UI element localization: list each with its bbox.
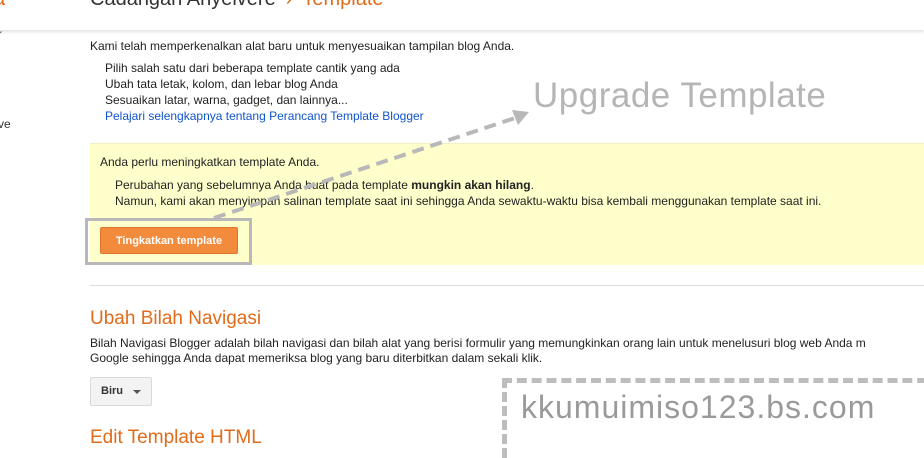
- section-divider: [90, 285, 924, 286]
- watermark: kkumuimiso123.bs.com: [502, 378, 924, 458]
- sidebar-item-fragment[interactable]: r: [0, 27, 2, 41]
- intro-feature-item: Ubah tata letak, kolom, dan lebar blog A…: [105, 77, 338, 91]
- notice-info-line: Namun, kami akan menyimpan salinan templ…: [115, 194, 822, 208]
- upgrade-template-button[interactable]: Tingkatkan template: [100, 227, 238, 254]
- chevron-down-icon: [133, 390, 141, 394]
- dropdown-value: Biru: [101, 385, 123, 397]
- learn-more-link[interactable]: Pelajari selengkapnya tentang Perancang …: [105, 109, 424, 123]
- navbar-description-line: Bilah Navigasi Blogger adalah bilah navi…: [90, 336, 866, 350]
- edit-html-section-title: Edit Template HTML: [90, 427, 262, 448]
- intro-feature-item: Pilih salah satu dari beberapa template …: [105, 61, 400, 75]
- notice-warning-end: .: [530, 178, 534, 192]
- intro-feature-item: Sesuaikan latar, warna, gadget, dan lain…: [105, 93, 348, 107]
- notice-warning-line: Perubahan yang sebelumnya Anda buat pada…: [115, 177, 821, 193]
- navbar-description-line: Google sehingga Anda dapat memeriksa blo…: [90, 351, 543, 365]
- navbar-style-dropdown[interactable]: Biru: [90, 377, 152, 406]
- blog-name[interactable]: Cadangan Anyelvere: [90, 0, 276, 10]
- navbar-section-title: Ubah Bilah Navigasi: [90, 308, 262, 329]
- intro-heading: Kami telah memperkenalkan alat baru untu…: [90, 39, 515, 53]
- upgrade-template-callout: Upgrade Template: [533, 76, 827, 115]
- breadcrumb-separator: ›: [286, 0, 293, 10]
- navbar-section-description: Bilah Navigasi Blogger adalah bilah navi…: [90, 336, 866, 366]
- page-title: Template: [302, 0, 383, 10]
- notice-warning-emphasis: mungkin akan hilang: [411, 178, 531, 192]
- notice-title: Anda perlu meningkatkan template Anda.: [100, 155, 320, 169]
- header-left-fragment[interactable]: a: [0, 0, 5, 11]
- notice-body: Perubahan yang sebelumnya Anda buat pada…: [115, 177, 821, 209]
- notice-warning-text: Perubahan yang sebelumnya Anda buat pada…: [115, 178, 412, 192]
- breadcrumb: Cadangan Anyelvere › Template: [90, 0, 384, 11]
- sidebar-item-fragment[interactable]: ve: [0, 117, 11, 131]
- top-bar: a Cadangan Anyelvere › Template: [0, 0, 924, 30]
- watermark-text: kkumuimiso123.bs.com: [521, 389, 876, 425]
- intro-feature-list: Pilih salah satu dari beberapa template …: [105, 60, 424, 124]
